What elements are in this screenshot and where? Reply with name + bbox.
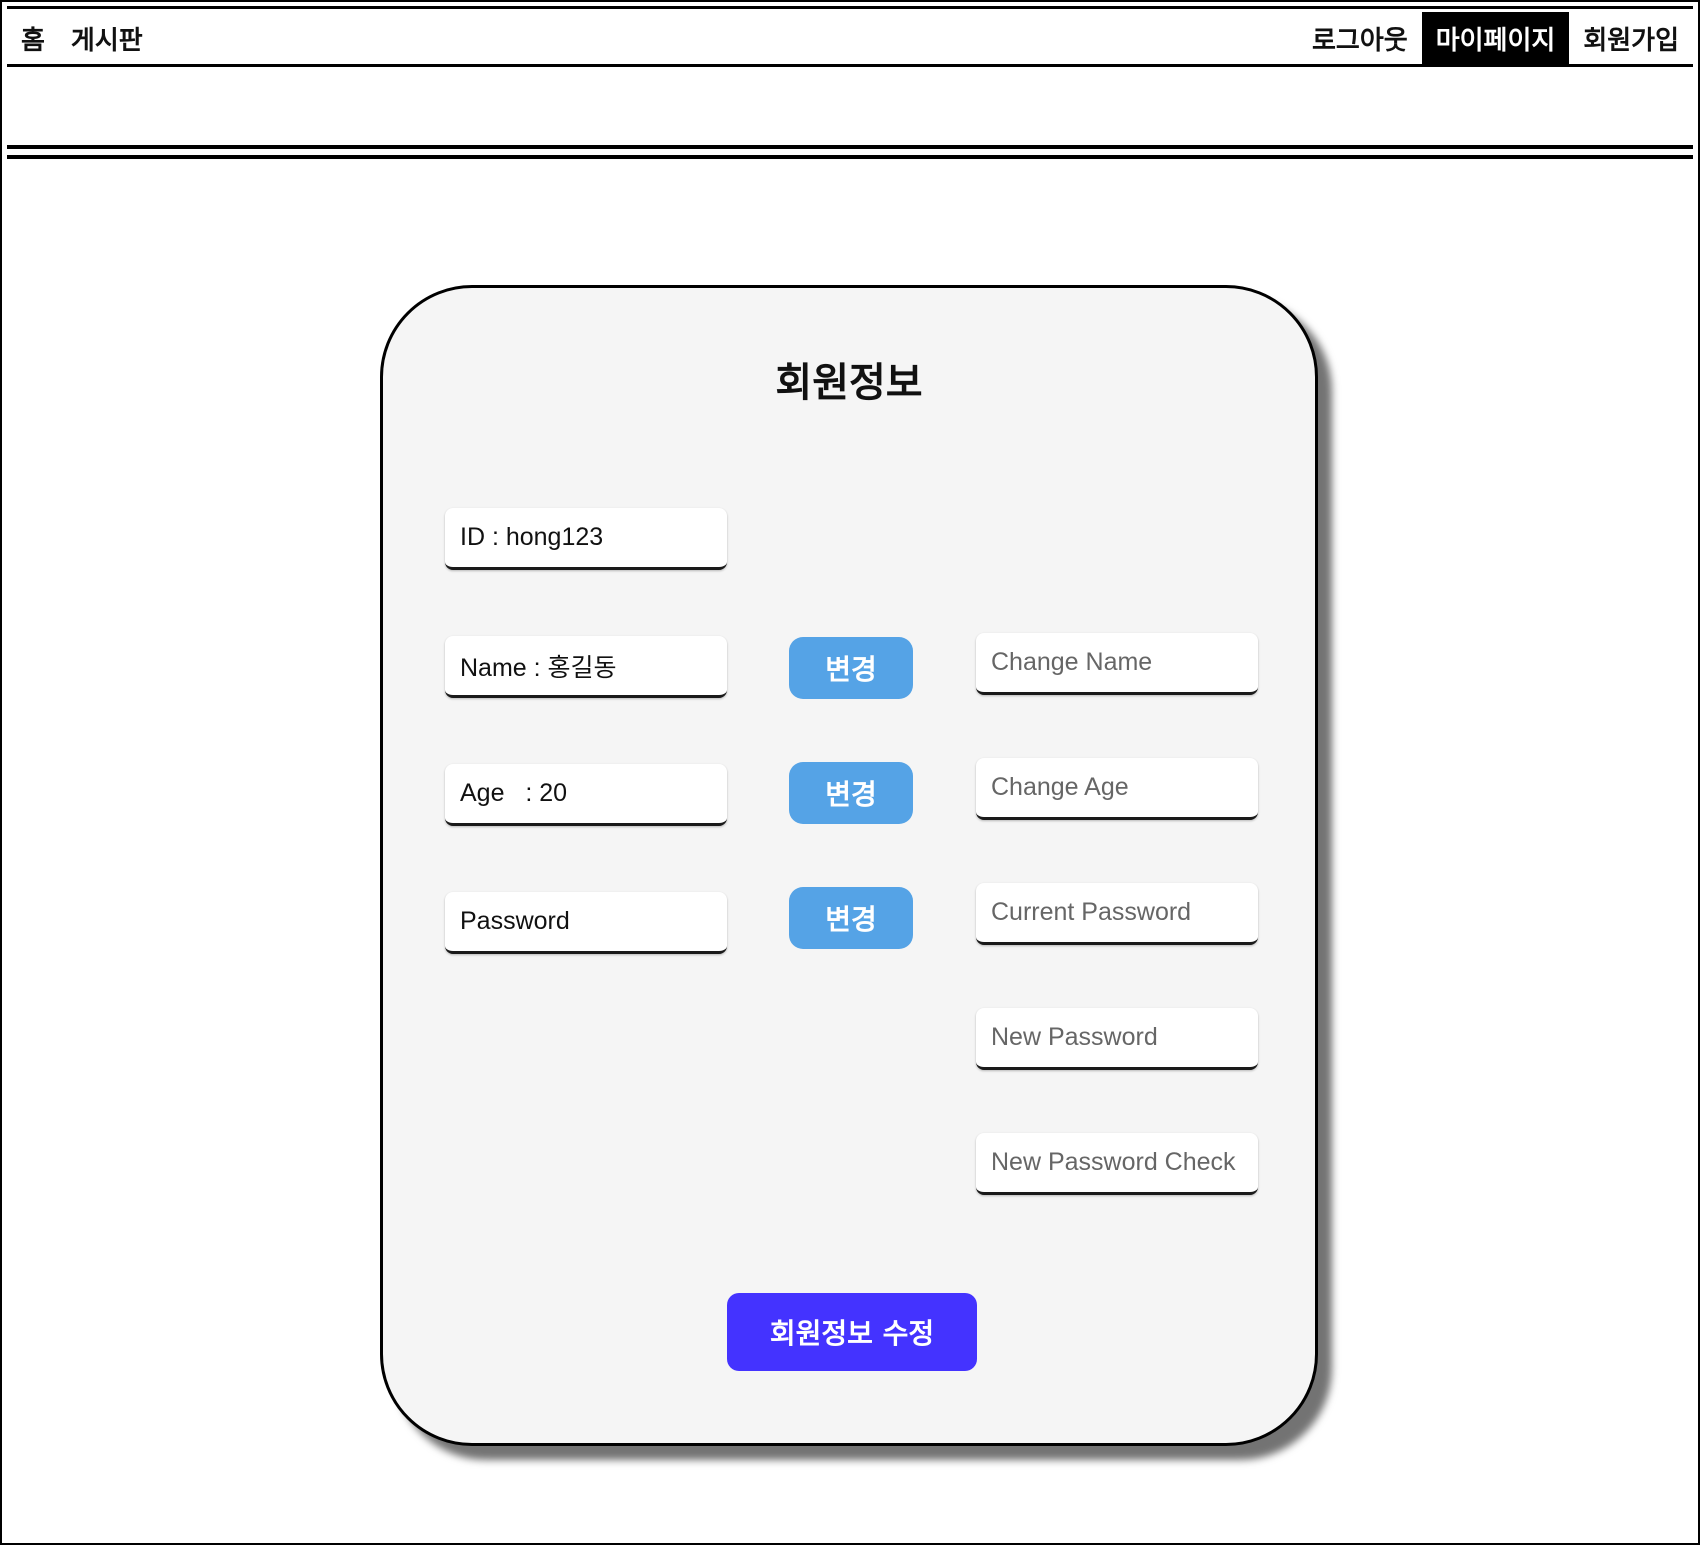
change-password-button[interactable]: 변경 <box>789 887 913 949</box>
update-member-info-button[interactable]: 회원정보 수정 <box>727 1293 977 1371</box>
nav-right-group: 로그아웃 마이페이지 회원가입 <box>1298 12 1693 64</box>
change-name-input[interactable] <box>976 633 1258 695</box>
member-info-card: 회원정보 ID : hong123 Name : 홍길동 변경 Age : 20… <box>380 285 1318 1446</box>
id-display: ID : hong123 <box>445 508 727 570</box>
header-banner <box>7 67 1693 147</box>
new-password-check-input[interactable] <box>976 1133 1258 1195</box>
nav-signup-link[interactable]: 회원가입 <box>1569 12 1693 64</box>
change-age-input[interactable] <box>976 758 1258 820</box>
card-title: 회원정보 <box>775 360 923 406</box>
nav-left-group: 홈 게시판 <box>7 12 156 64</box>
age-display: Age : 20 <box>445 764 727 826</box>
change-name-button[interactable]: 변경 <box>789 637 913 699</box>
new-password-input[interactable] <box>976 1008 1258 1070</box>
header-double-divider <box>7 145 1693 159</box>
nav-mypage-link[interactable]: 마이페이지 <box>1421 12 1570 64</box>
change-age-button[interactable]: 변경 <box>789 762 913 824</box>
nav-logout-link[interactable]: 로그아웃 <box>1298 12 1422 64</box>
name-display: Name : 홍길동 <box>445 636 727 698</box>
top-navigation: 홈 게시판 로그아웃 마이페이지 회원가입 <box>7 12 1693 67</box>
nav-home-link[interactable]: 홈 <box>7 20 58 57</box>
nav-board-link[interactable]: 게시판 <box>58 20 156 57</box>
top-border-line <box>7 6 1693 9</box>
password-display: Password <box>445 892 727 954</box>
current-password-input[interactable] <box>976 883 1258 945</box>
